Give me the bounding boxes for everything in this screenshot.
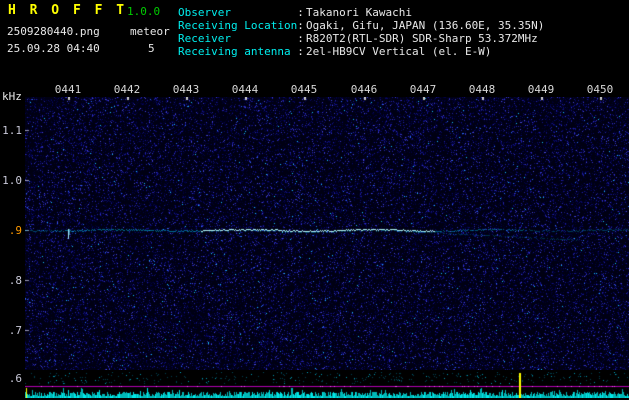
info-label: Receiving Location bbox=[178, 19, 298, 32]
info-row-receiving-location: Receiving Location : Ogaki, Gifu, JAPAN … bbox=[178, 19, 544, 32]
app-title: H R O F F T bbox=[8, 3, 128, 18]
time-label-0448: 0448 bbox=[468, 83, 496, 96]
time-label-0445: 0445 bbox=[290, 83, 318, 96]
datetime-label: 25.09.28 04:40 bbox=[7, 42, 100, 55]
info-separator: : bbox=[297, 32, 304, 45]
info-separator: : bbox=[297, 6, 304, 19]
time-label-0449: 0449 bbox=[527, 83, 555, 96]
info-label: Receiving antenna bbox=[178, 45, 291, 58]
observation-info-block: Observer : Takanori Kawachi Receiving Lo… bbox=[178, 6, 544, 58]
freq-label-0-6: .6 bbox=[8, 372, 22, 385]
count-value: 5 bbox=[148, 42, 155, 55]
spectrogram-canvas bbox=[25, 97, 629, 370]
time-label-0446: 0446 bbox=[350, 83, 378, 96]
info-label: Receiver bbox=[178, 32, 231, 45]
info-row-receiver: Receiver : R820T2(RTL-SDR) SDR-Sharp 53.… bbox=[178, 32, 544, 45]
time-label-0447: 0447 bbox=[409, 83, 437, 96]
info-value: Takanori Kawachi bbox=[306, 6, 412, 19]
info-label: Observer bbox=[178, 6, 231, 19]
time-label-0450: 0450 bbox=[586, 83, 614, 96]
signal-level-meter-canvas bbox=[25, 372, 629, 398]
freq-label-1-1: 1.1 bbox=[2, 124, 22, 137]
app-version: 1.0.0 bbox=[127, 5, 161, 18]
freq-label-0-9: .9 bbox=[8, 224, 22, 237]
info-row-receiving-antenna: Receiving antenna : 2el-HB9CV Vertical (… bbox=[178, 45, 544, 58]
freq-label-0-8: .8 bbox=[8, 274, 22, 287]
info-value: Ogaki, Gifu, JAPAN (136.60E, 35.35N) bbox=[306, 19, 545, 32]
filename-label: 2509280440.png bbox=[7, 25, 100, 38]
hrofft-screen: H R O F F T 1.0.0 2509280440.png meteor … bbox=[0, 0, 629, 400]
info-separator: : bbox=[297, 19, 304, 32]
time-label-0441: 0441 bbox=[54, 83, 82, 96]
time-label-0444: 0444 bbox=[231, 83, 259, 96]
info-value: R820T2(RTL-SDR) SDR-Sharp 53.372MHz bbox=[306, 32, 538, 45]
mode-label: meteor bbox=[130, 25, 170, 38]
freq-label-0-7: .7 bbox=[8, 324, 22, 337]
time-label-0443: 0443 bbox=[172, 83, 200, 96]
freq-label-1-0: 1.0 bbox=[2, 174, 22, 187]
time-label-0442: 0442 bbox=[113, 83, 141, 96]
info-value: 2el-HB9CV Vertical (el. E-W) bbox=[306, 45, 492, 58]
info-separator: : bbox=[297, 45, 304, 58]
freq-unit-label: kHz bbox=[2, 90, 22, 103]
info-row-observer: Observer : Takanori Kawachi bbox=[178, 6, 544, 19]
